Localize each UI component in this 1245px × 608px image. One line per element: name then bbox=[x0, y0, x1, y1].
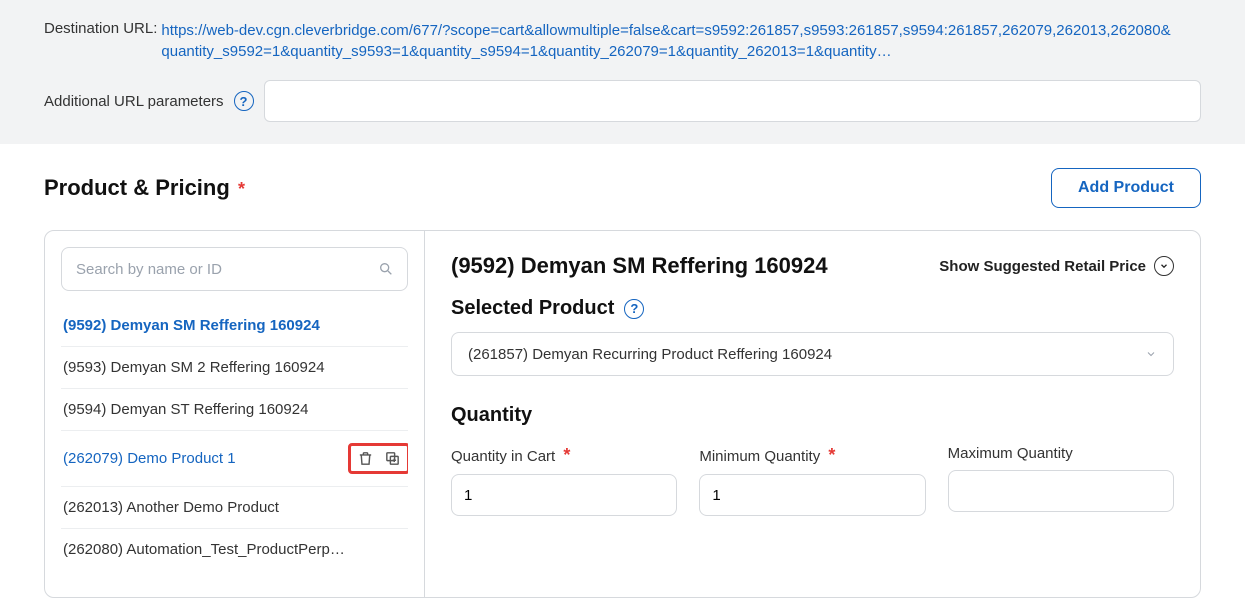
help-icon[interactable]: ? bbox=[624, 299, 644, 319]
list-item-label: (9593) Demyan SM 2 Reffering 160924 bbox=[63, 359, 325, 376]
action-highlight-box bbox=[348, 443, 408, 474]
required-asterisk: * bbox=[238, 179, 245, 199]
required-asterisk: * bbox=[828, 445, 835, 465]
section-title: Product & Pricing bbox=[44, 175, 230, 200]
search-icon bbox=[378, 261, 394, 277]
quantity-max-label: Maximum Quantity bbox=[948, 445, 1073, 462]
quantity-min-label: Minimum Quantity bbox=[699, 448, 820, 465]
chevron-down-icon bbox=[1145, 348, 1157, 360]
list-item[interactable]: (262079) Demo Product 1 bbox=[61, 431, 408, 487]
selected-product-dropdown[interactable]: (261857) Demyan Recurring Product Reffer… bbox=[451, 332, 1174, 376]
quantity-min-input[interactable] bbox=[699, 474, 925, 516]
list-item[interactable]: (9592) Demyan SM Reffering 160924 bbox=[61, 305, 408, 347]
list-item-label: (262079) Demo Product 1 bbox=[63, 450, 236, 467]
list-item-label: (9592) Demyan SM Reffering 160924 bbox=[63, 317, 320, 334]
list-item-label: (262013) Another Demo Product bbox=[63, 499, 279, 516]
list-item[interactable]: (9593) Demyan SM 2 Reffering 160924 bbox=[61, 347, 408, 389]
additional-params-input[interactable] bbox=[264, 80, 1201, 122]
list-item-label: (262080) Automation_Test_ProductPerp… bbox=[63, 541, 345, 558]
product-detail-panel: (9592) Demyan SM Reffering 160924 Show S… bbox=[425, 231, 1200, 597]
quantity-title: Quantity bbox=[451, 404, 1174, 427]
additional-params-label: Additional URL parameters bbox=[44, 93, 224, 110]
list-item[interactable]: (9594) Demyan ST Reffering 160924 bbox=[61, 389, 408, 431]
list-item[interactable]: (262080) Automation_Test_ProductPerp… bbox=[61, 529, 408, 570]
quantity-cart-label: Quantity in Cart bbox=[451, 448, 555, 465]
list-item[interactable]: (262013) Another Demo Product bbox=[61, 487, 408, 529]
chevron-down-icon bbox=[1154, 256, 1174, 276]
add-product-button[interactable]: Add Product bbox=[1051, 168, 1201, 208]
required-asterisk: * bbox=[563, 445, 570, 465]
quantity-max-input[interactable] bbox=[948, 470, 1174, 512]
show-srp-toggle[interactable]: Show Suggested Retail Price bbox=[939, 256, 1174, 276]
show-srp-label: Show Suggested Retail Price bbox=[939, 258, 1146, 275]
delete-icon[interactable] bbox=[357, 450, 374, 467]
destination-url-label: Destination URL: bbox=[44, 20, 157, 37]
selected-product-label: Selected Product bbox=[451, 297, 614, 320]
product-list-panel: (9592) Demyan SM Reffering 160924 (9593)… bbox=[45, 231, 425, 597]
quantity-cart-input[interactable] bbox=[451, 474, 677, 516]
destination-url-value[interactable]: https://web-dev.cgn.cleverbridge.com/677… bbox=[161, 20, 1177, 62]
help-icon[interactable]: ? bbox=[234, 91, 254, 111]
duplicate-icon[interactable] bbox=[384, 450, 401, 467]
product-title: (9592) Demyan SM Reffering 160924 bbox=[451, 253, 828, 279]
selected-product-value: (261857) Demyan Recurring Product Reffer… bbox=[468, 346, 832, 363]
search-input[interactable] bbox=[61, 247, 408, 291]
list-item-label: (9594) Demyan ST Reffering 160924 bbox=[63, 401, 308, 418]
